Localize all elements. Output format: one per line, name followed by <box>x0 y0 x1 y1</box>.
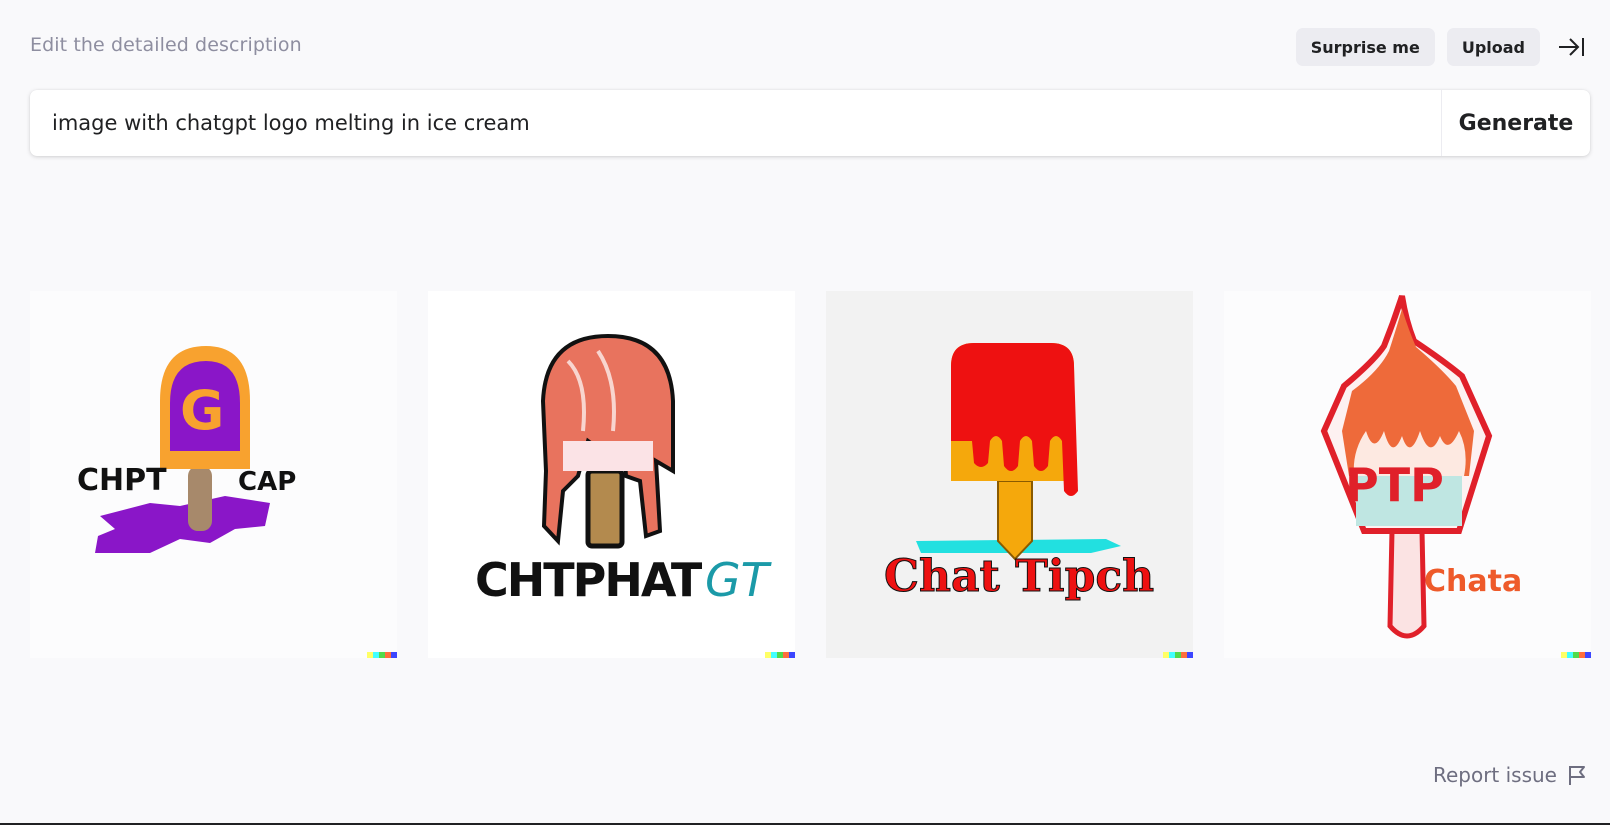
image-2-watermark <box>765 652 795 658</box>
image-3-text: Chat Tipch <box>884 551 1154 602</box>
report-issue-label: Report issue <box>1432 763 1557 787</box>
generated-image-1[interactable]: G CHPT CAP <box>30 291 397 658</box>
arrow-to-right-bar-icon <box>1559 38 1584 56</box>
image-2-text-main: CHTPHAT <box>475 553 703 607</box>
image-gallery: G CHPT CAP CHTPHAT GT Chat Tipch PTP Cha… <box>30 291 1591 658</box>
generate-button[interactable]: Generate <box>1441 90 1590 156</box>
image-4-text-main: PTP <box>1345 458 1444 512</box>
image-4-text-secondary: Chata <box>1424 564 1522 599</box>
header-actions: Surprise me Upload <box>1295 28 1590 66</box>
generated-image-4[interactable]: PTP Chata <box>1224 291 1591 658</box>
image-4-artwork: PTP Chata <box>1320 295 1522 639</box>
image-4-watermark <box>1561 652 1591 658</box>
image-1-watermark <box>367 652 397 658</box>
description-heading: Edit the detailed description <box>30 34 302 56</box>
generated-image-2[interactable]: CHTPHAT GT <box>428 291 795 658</box>
image-1-text-right: CAP <box>238 467 296 497</box>
image-3-artwork: Chat Tipch <box>884 343 1155 603</box>
generated-image-3[interactable]: Chat Tipch <box>826 291 1193 658</box>
image-2-artwork: CHTPHAT GT <box>475 333 773 607</box>
image-1-letter: G <box>180 379 224 442</box>
upload-button[interactable]: Upload <box>1446 28 1540 66</box>
image-1-text-left: CHPT <box>77 463 167 498</box>
surprise-me-button[interactable]: Surprise me <box>1295 28 1435 66</box>
image-3-watermark <box>1163 652 1193 658</box>
prompt-input[interactable]: image with chatgpt logo melting in ice c… <box>30 90 1441 156</box>
flag-icon <box>1569 766 1585 785</box>
image-2-text-accent: GT <box>705 553 773 607</box>
prompt-bar: image with chatgpt logo melting in ice c… <box>30 90 1590 156</box>
collapse-panel-button[interactable] <box>1552 28 1590 66</box>
report-issue-link[interactable]: Report issue <box>1433 763 1587 787</box>
image-1-artwork: G CHPT CAP <box>77 346 296 553</box>
